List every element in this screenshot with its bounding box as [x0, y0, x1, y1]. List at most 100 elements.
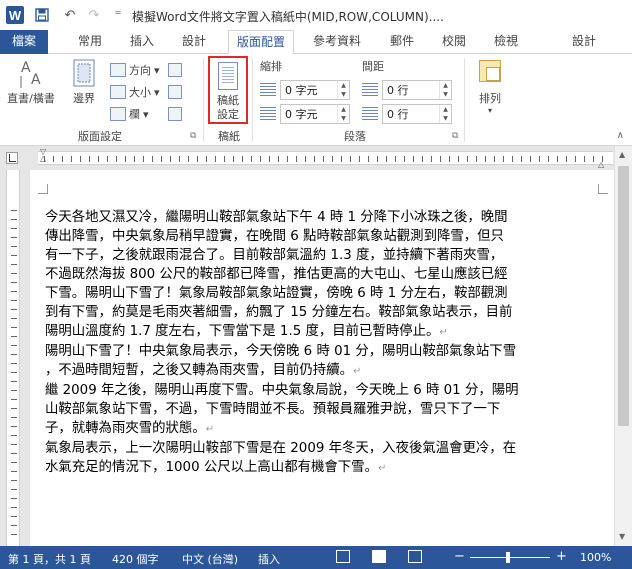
indent-left-row: 0 字元 ▲ ▼ [260, 80, 350, 100]
margins-label: 邊界 [73, 92, 95, 105]
dialog-launcher-icon[interactable]: ⧉ [190, 131, 196, 141]
customize-toolbar-icon[interactable]: ⁼ [108, 5, 128, 25]
tab-home[interactable]: 常用 [70, 30, 110, 54]
zoom-out-icon[interactable]: − [454, 549, 465, 564]
scroll-down-icon[interactable]: ▼ [619, 532, 625, 541]
horizontal-ruler[interactable] [38, 151, 613, 165]
indent-right-input[interactable]: 0 字元 ▲ ▼ [280, 104, 350, 124]
paragraph-group-label: 段落 [344, 130, 366, 143]
size-icon [110, 85, 126, 99]
insert-mode[interactable]: 插入 [258, 551, 280, 567]
text-line: 繼 2009 年之後，陽明山再度下雪。中央氣象局說，今天晚上 6 時 01 分，… [45, 383, 519, 398]
text-line: 山鞍部氣象站下雪，不過，下雪時間並不長。預報員羅雅尹說，雪只下了一下 [45, 402, 501, 417]
chevron-down-icon: ▾ [487, 106, 492, 115]
manuscript-setup-button[interactable]: 稿紙 設定 [208, 56, 248, 124]
text-line: 不過既然海拔 800 公尺的鞍部都已降雪，推估更高的大屯山、七星山應該已經 [45, 267, 508, 282]
indent-right-value: 0 字元 [285, 108, 318, 121]
spinner-icon[interactable]: ▲ ▼ [439, 105, 451, 123]
breaks-icon [168, 63, 182, 77]
zoom-slider-thumb[interactable] [506, 552, 510, 563]
spacing-before-row: 0 行 ▲ ▼ [362, 80, 452, 100]
breaks-button[interactable] [168, 60, 182, 80]
web-layout-icon[interactable] [408, 550, 422, 563]
spacing-before-input[interactable]: 0 行 ▲ ▼ [382, 80, 452, 100]
spacing-after-input[interactable]: 0 行 ▲ ▼ [382, 104, 452, 124]
text-direction-button[interactable]: A A 直書/橫書 [4, 58, 58, 106]
text-line: 氣象局表示，上一次陽明山鞍部下雪是在 2009 年冬天，入夜後氣溫會更冷，在 [45, 441, 517, 456]
right-indent-marker-icon[interactable]: △ [598, 160, 604, 169]
collapse-ribbon-icon[interactable]: ∧ [617, 130, 624, 141]
indent-left-input[interactable]: 0 字元 ▲ ▼ [280, 80, 350, 100]
scroll-up-icon[interactable]: ▲ [619, 150, 625, 159]
text-line: 傳出降雪，中央氣象局稍早證實，在晚間 6 點時鞍部氣象站觀測到降雪，但只 [45, 229, 504, 244]
indent-right-icon [260, 107, 276, 121]
paragraph: 繼 2009 年之後，陽明山再度下雪。中央氣象局說，今天晚上 6 時 01 分，… [45, 381, 605, 439]
print-layout-icon[interactable] [372, 550, 386, 563]
tab-design[interactable]: 設計 [174, 30, 214, 54]
paragraph-mark-icon: ↵ [439, 327, 448, 338]
indent-marker-icon[interactable]: ▽ △ [40, 148, 46, 163]
svg-text:A: A [31, 72, 41, 88]
tab-review[interactable]: 校閱 [434, 30, 474, 54]
undo-icon[interactable]: ↶ [60, 5, 80, 25]
paragraph-mark-icon: ↵ [352, 366, 362, 377]
text-line: 子，就轉為雨夾雪的狀態。 [45, 421, 206, 436]
scrollbar-thumb[interactable] [618, 166, 629, 426]
zoom-slider[interactable] [470, 557, 550, 558]
text-direction-label: 直書/橫書 [7, 92, 55, 105]
tab-insert[interactable]: 插入 [122, 30, 162, 54]
manuscript-label-line1: 稿紙 [217, 94, 239, 107]
chevron-down-icon: ▾ [154, 85, 160, 99]
paragraph: 今天各地又濕又冷，繼陽明山鞍部氣象站下午 4 時 1 分降下小冰珠之後，晚間 傳… [45, 208, 605, 342]
arrange-button[interactable]: 排列 ▾ [470, 60, 510, 115]
read-mode-icon[interactable] [336, 550, 350, 563]
size-label: 大小 [129, 86, 151, 99]
zoom-in-icon[interactable]: + [556, 549, 567, 564]
line-numbers-icon [168, 85, 182, 99]
word-app-icon[interactable]: W [6, 6, 24, 24]
spinner-icon[interactable]: ▲ ▼ [337, 81, 349, 99]
paragraph: 陽明山下雪了！中央氣象局表示，今天傍晚 6 時 01 分，陽明山鞍部氣象站下雪 … [45, 342, 605, 381]
spinner-icon[interactable]: ▲ ▼ [439, 81, 451, 99]
language-indicator[interactable]: 中文 (台灣) [182, 551, 238, 567]
tab-layout[interactable]: 版面配置 [228, 30, 294, 55]
document-body[interactable]: 今天各地又濕又冷，繼陽明山鞍部氣象站下午 4 時 1 分降下小冰珠之後，晚間 傳… [45, 208, 605, 478]
vertical-scrollbar[interactable]: ▲ ▼ [614, 146, 632, 546]
spacing-after-value: 0 行 [387, 108, 409, 121]
manuscript-icon [218, 62, 238, 90]
vertical-ruler [6, 170, 20, 546]
spacing-heading: 間距 [362, 60, 384, 73]
line-numbers-button[interactable] [168, 82, 182, 102]
window-title: 模擬Word文件將文字置入稿紙中(MID,ROW,COLUMN).... [132, 10, 444, 24]
dialog-launcher-icon[interactable]: ⧉ [452, 131, 458, 141]
orientation-button[interactable]: 方向 ▾ [110, 60, 160, 80]
group-divider [464, 58, 465, 142]
save-icon[interactable] [32, 5, 52, 25]
tab-view[interactable]: 檢視 [486, 30, 526, 54]
hyphenation-button[interactable] [168, 104, 182, 124]
ribbon-tabs: 檔案 常用 插入 設計 版面配置 參考資料 郵件 校閱 檢視 設計 [0, 30, 632, 55]
manuscript-group-label: 稿紙 [218, 130, 240, 143]
group-divider [252, 58, 253, 142]
horizontal-ruler-area [0, 146, 632, 170]
zoom-level[interactable]: 100% [580, 551, 611, 564]
page-count[interactable]: 第 1 頁，共 1 頁 [8, 551, 91, 567]
group-divider [203, 58, 204, 142]
tab-selector-icon[interactable] [6, 152, 18, 164]
tab-file[interactable]: 檔案 [0, 30, 48, 54]
word-count[interactable]: 420 個字 [112, 551, 159, 567]
text-line: 有一下子，之後就跟雨混合了。目前鞍部氣溫約 1.3 度，並持續下著雨夾雪， [45, 248, 504, 263]
indent-heading: 縮排 [260, 60, 282, 73]
orientation-icon [110, 63, 126, 77]
redo-icon[interactable]: ↷ [84, 5, 104, 25]
text-line: 今天各地又濕又冷，繼陽明山鞍部氣象站下午 4 時 1 分降下小冰珠之後，晚間 [45, 210, 508, 225]
spinner-icon[interactable]: ▲ ▼ [337, 105, 349, 123]
columns-button[interactable]: 欄 ▾ [110, 104, 149, 124]
size-button[interactable]: 大小 ▾ [110, 82, 160, 102]
tab-table-design[interactable]: 設計 [556, 30, 612, 54]
columns-label: 欄 [129, 108, 140, 121]
tab-references[interactable]: 參考資料 [304, 30, 370, 54]
tab-mailings[interactable]: 郵件 [382, 30, 422, 54]
document-page[interactable]: 今天各地又濕又冷，繼陽明山鞍部氣象站下午 4 時 1 分降下小冰珠之後，晚間 傳… [30, 170, 614, 546]
margins-button[interactable]: 邊界 [64, 58, 104, 106]
